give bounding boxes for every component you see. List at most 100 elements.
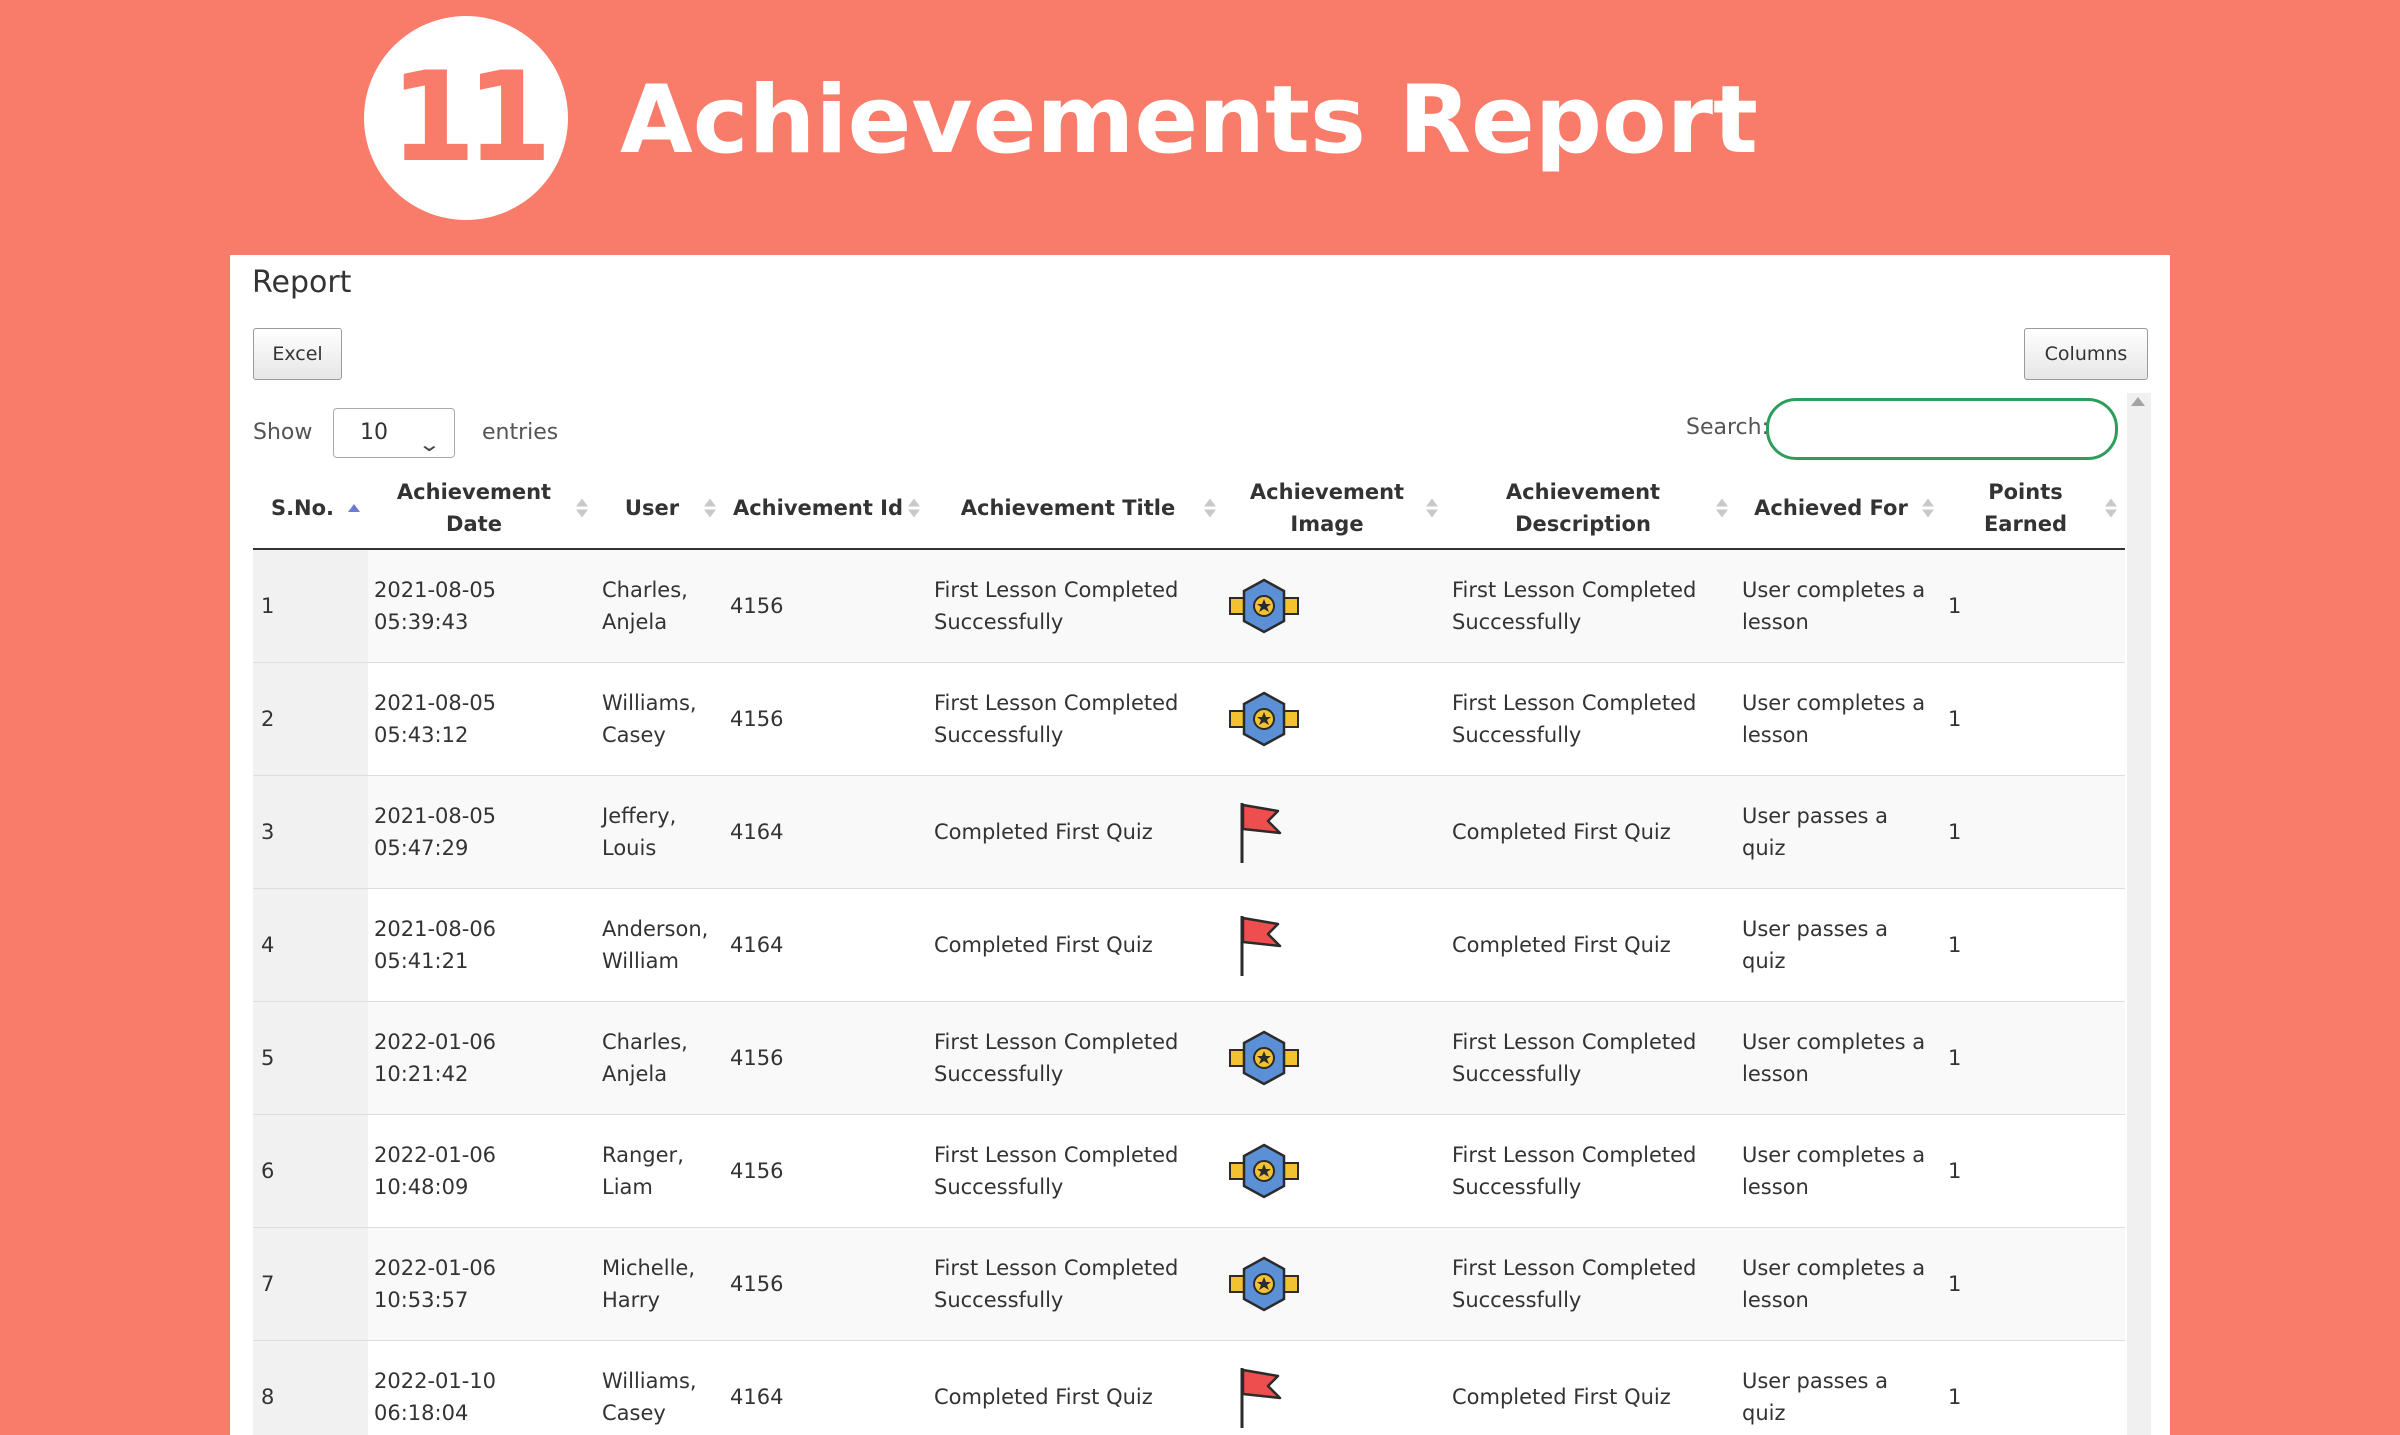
column-header-label: Achievement Date [396,480,552,536]
chevron-down-icon: ⌄ [417,432,442,456]
sort-icon [1426,498,1438,518]
scroll-up-arrow-icon[interactable] [2131,397,2145,406]
table-header-row: S.No. Achievement Date User Achivement I… [253,468,2125,550]
table-row: 5 2022-01-06 10:21:42 Charles, Anjela 4156 F… [253,1001,2125,1115]
column-header-label: Achievement Description [1505,480,1661,536]
entries-select-value: 10 [360,420,388,445]
cell-sno: 3 [253,775,368,889]
cell-achievement-description: First Lesson Completed Successfully [1446,662,1736,776]
columns-button[interactable]: Columns [2024,328,2148,380]
cell-achievement-description: Completed First Quiz [1446,775,1736,889]
cell-sno: 1 [253,548,368,663]
table-row: 4 2021-08-06 05:41:21 Anderson, William 416… [253,888,2125,1002]
cell-achievement-id: 4156 [724,548,928,663]
cell-achievement-date: 2022-01-10 06:18:04 [368,1340,596,1435]
cell-achieved-for: User passes a quiz [1736,775,1942,889]
cell-achievement-image [1224,1001,1446,1115]
cell-achievement-id: 4164 [724,775,928,889]
report-panel: Report Excel Columns Show 10 ⌄ entries S… [230,255,2170,1435]
cell-achievement-id: 4164 [724,888,928,1002]
flag-icon [1240,803,1282,863]
sort-icon [1922,498,1934,518]
entries-select[interactable]: 10 ⌄ [333,408,455,458]
cell-achievement-description: Completed First Quiz [1446,888,1736,1002]
table-row: 3 2021-08-05 05:47:29 Jeffery, Louis 4164 Co… [253,775,2125,889]
excel-button[interactable]: Excel [253,328,342,380]
column-header-achievement-id[interactable]: Achivement Id [724,468,928,550]
medal-icon [1229,578,1299,634]
flag-icon [1240,916,1282,976]
cell-achieved-for: User completes a lesson [1736,662,1942,776]
cell-user: Michelle, Harry [596,1227,724,1341]
column-header-achievement-title[interactable]: Achievement Title [928,468,1224,550]
search-label: Search: [1686,415,1769,440]
column-header-achievement-description[interactable]: Achievement Description [1446,468,1736,550]
hero-number-badge: 11 [364,16,568,220]
table-row: 1 2021-08-05 05:39:43 Charles, Anjela 4156 F… [253,548,2125,663]
cell-achievement-description: First Lesson Completed Successfully [1446,1114,1736,1228]
table-body: 1 2021-08-05 05:39:43 Charles, Anjela 4156 F… [253,548,2125,1435]
cell-achievement-image [1224,662,1446,776]
cell-sno: 7 [253,1227,368,1341]
cell-achievement-image [1224,775,1446,889]
cell-achievement-title: First Lesson Completed Successfully [928,1001,1224,1115]
cell-achieved-for: User completes a lesson [1736,1001,1942,1115]
cell-achievement-image [1224,548,1446,663]
cell-achievement-id: 4156 [724,1227,928,1341]
cell-achievement-description: Completed First Quiz [1446,1340,1736,1435]
column-header-label: Points Earned [1983,480,2068,536]
sort-icon [576,498,588,518]
cell-achievement-date: 2021-08-05 05:39:43 [368,548,596,663]
sort-icon [704,498,716,518]
cell-points-earned: 1 [1942,662,2125,776]
column-header-sno[interactable]: S.No. [253,468,368,550]
cell-achievement-image [1224,1114,1446,1228]
cell-achievement-date: 2022-01-06 10:21:42 [368,1001,596,1115]
search-input[interactable] [1766,398,2118,460]
cell-achievement-title: Completed First Quiz [928,775,1224,889]
cell-achieved-for: User completes a lesson [1736,1227,1942,1341]
hero-title: Achievements Report [620,66,1758,175]
cell-sno: 6 [253,1114,368,1228]
sort-icon [1716,498,1728,518]
sort-icon [1204,498,1216,518]
cell-points-earned: 1 [1942,888,2125,1002]
cell-sno: 2 [253,662,368,776]
column-header-label: Achievement Title [960,496,1176,520]
medal-icon [1229,1030,1299,1086]
cell-achievement-date: 2021-08-05 05:47:29 [368,775,596,889]
column-header-achieved-for[interactable]: Achieved For [1736,468,1942,550]
column-header-user[interactable]: User [596,468,724,550]
cell-achievement-description: First Lesson Completed Successfully [1446,1001,1736,1115]
cell-points-earned: 1 [1942,548,2125,663]
cell-achieved-for: User completes a lesson [1736,548,1942,663]
cell-achievement-image [1224,888,1446,1002]
sort-icon [2105,498,2117,518]
cell-achievement-title: Completed First Quiz [928,888,1224,1002]
report-title: Report [252,265,352,300]
cell-achievement-title: First Lesson Completed Successfully [928,548,1224,663]
cell-user: Williams, Casey [596,1340,724,1435]
cell-points-earned: 1 [1942,1001,2125,1115]
cell-sno: 8 [253,1340,368,1435]
table-row: 7 2022-01-06 10:53:57 Michelle, Harry 4156 F… [253,1227,2125,1341]
cell-sno: 4 [253,888,368,1002]
cell-achievement-date: 2022-01-06 10:48:09 [368,1114,596,1228]
cell-achievement-id: 4156 [724,1114,928,1228]
column-header-points-earned[interactable]: Points Earned [1942,468,2125,550]
column-header-achievement-image[interactable]: Achievement Image [1224,468,1446,550]
column-header-label: User [624,496,680,520]
sort-icon [908,498,920,518]
cell-achievement-title: First Lesson Completed Successfully [928,662,1224,776]
cell-achieved-for: User passes a quiz [1736,1340,1942,1435]
table-row: 2 2021-08-05 05:43:12 Williams, Casey 4156 F… [253,662,2125,776]
cell-achievement-date: 2022-01-06 10:53:57 [368,1227,596,1341]
cell-achievement-description: First Lesson Completed Successfully [1446,1227,1736,1341]
cell-achievement-title: First Lesson Completed Successfully [928,1227,1224,1341]
cell-user: Ranger, Liam [596,1114,724,1228]
cell-achievement-id: 4156 [724,1001,928,1115]
cell-achieved-for: User passes a quiz [1736,888,1942,1002]
column-header-achievement-date[interactable]: Achievement Date [368,468,596,550]
vertical-scrollbar[interactable] [2127,393,2151,1435]
cell-user: Charles, Anjela [596,1001,724,1115]
